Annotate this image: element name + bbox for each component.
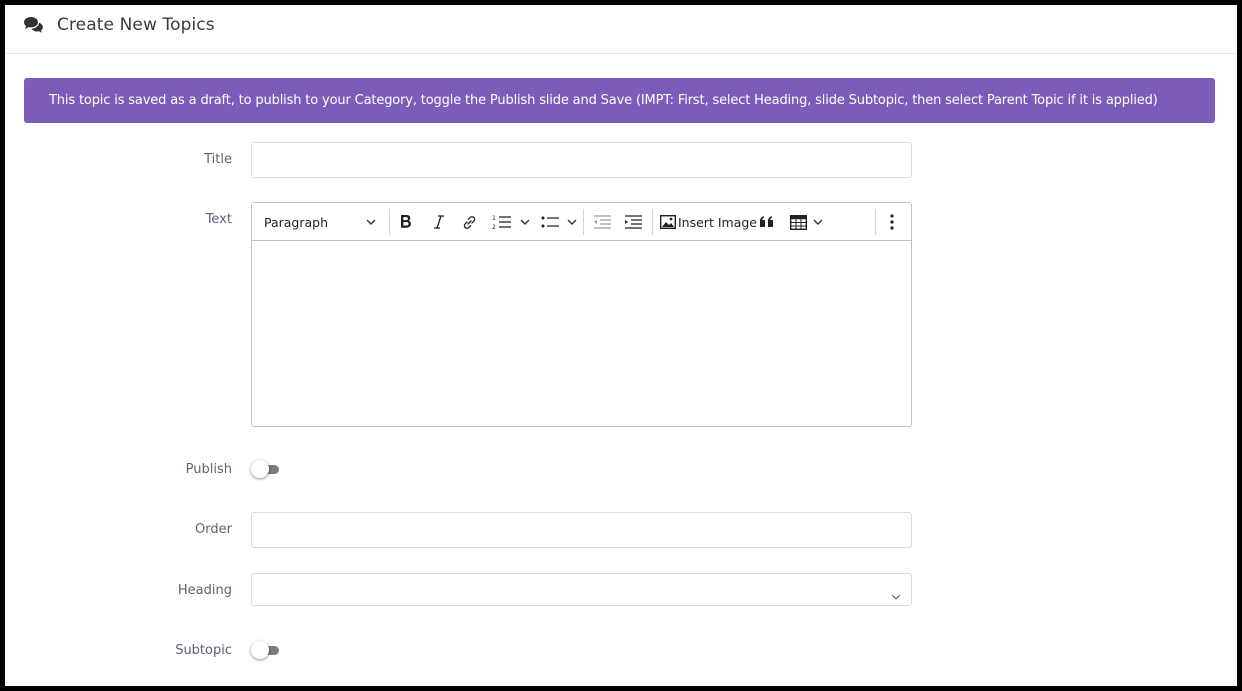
comments-icon <box>23 16 45 34</box>
blockquote-icon[interactable] <box>759 203 775 241</box>
order-input[interactable] <box>251 512 912 548</box>
toggle-knob <box>251 460 269 478</box>
title-label: Title <box>204 152 232 167</box>
link-icon[interactable] <box>461 203 478 241</box>
chevron-down-icon[interactable] <box>366 203 376 241</box>
subtopic-toggle[interactable] <box>251 641 281 659</box>
title-input[interactable] <box>251 142 912 178</box>
outdent-icon[interactable] <box>593 203 611 241</box>
toolbar-divider <box>652 209 653 235</box>
indent-icon[interactable] <box>624 203 642 241</box>
page-header: Create New Topics <box>5 5 1237 54</box>
heading-select[interactable] <box>251 573 912 606</box>
chevron-down-icon[interactable] <box>520 203 530 241</box>
bold-icon[interactable] <box>399 203 413 241</box>
bulleted-list-icon[interactable] <box>541 203 559 241</box>
paragraph-dropdown-label: Paragraph <box>264 214 329 230</box>
italic-icon[interactable] <box>433 203 445 241</box>
heading-label: Heading <box>177 583 232 598</box>
subtopic-label: Subtopic <box>175 643 232 658</box>
numbered-list-icon[interactable]: 12 <box>492 203 512 241</box>
chevron-down-icon <box>891 585 901 604</box>
table-icon[interactable] <box>790 203 807 241</box>
toolbar-divider <box>875 209 876 235</box>
svg-text:1: 1 <box>492 215 496 222</box>
editor-toolbar: Paragraph 12 Insert Image <box>252 203 911 241</box>
publish-label: Publish <box>185 462 232 477</box>
create-topic-page: Create New Topics This topic is saved as… <box>5 5 1237 686</box>
toolbar-divider <box>583 209 584 235</box>
chevron-down-icon[interactable] <box>567 203 577 241</box>
toolbar-divider <box>389 209 390 235</box>
order-label: Order <box>195 522 232 537</box>
draft-info-alert: This topic is saved as a draft, to publi… <box>24 78 1215 123</box>
more-options-icon[interactable] <box>890 203 894 241</box>
text-label: Text <box>205 212 232 227</box>
insert-image-button[interactable]: Insert Image <box>660 203 757 241</box>
page-title: Create New Topics <box>57 15 215 35</box>
svg-text:2: 2 <box>492 224 496 230</box>
editor-content-area[interactable] <box>252 241 911 425</box>
toggle-knob <box>251 641 269 659</box>
publish-toggle[interactable] <box>251 460 281 478</box>
image-icon <box>660 215 676 229</box>
chevron-down-icon[interactable] <box>813 203 823 241</box>
insert-image-label: Insert Image <box>678 214 757 230</box>
paragraph-dropdown[interactable]: Paragraph <box>264 203 328 241</box>
rich-text-editor: Paragraph 12 Insert Image <box>251 202 912 427</box>
